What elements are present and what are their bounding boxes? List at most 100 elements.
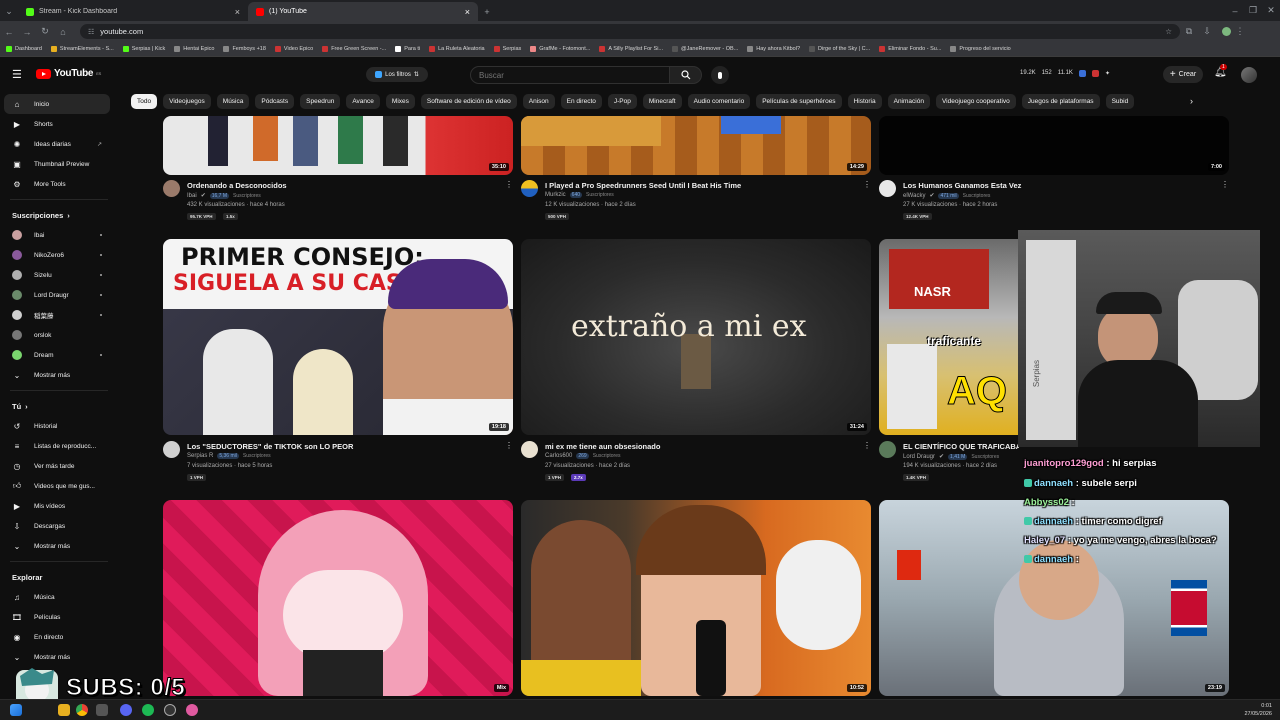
sidebar-item-lord-draugr[interactable]: Lord Draugr bbox=[0, 285, 118, 305]
menu-icon[interactable]: ☰ bbox=[12, 68, 22, 81]
extensions-icon[interactable]: ⧉ bbox=[1180, 26, 1198, 37]
browser-tab-kick[interactable]: Stream - Kick Dashboard × bbox=[18, 2, 248, 21]
sidebar-item-sizelu[interactable]: Sizelu bbox=[0, 265, 118, 285]
bookmark-item[interactable]: Free Green Screen -... bbox=[322, 46, 386, 52]
bookmark-item[interactable]: StreamElements - S... bbox=[50, 46, 114, 52]
bookmark-star-icon[interactable]: ☆ bbox=[1165, 27, 1172, 36]
sidebar-item-inicio[interactable]: ⌂ Inicio bbox=[4, 94, 110, 114]
channel-name[interactable]: Serpias R bbox=[187, 453, 213, 459]
video-thumbnail[interactable]: 14:29 bbox=[521, 116, 871, 175]
youtube-logo[interactable]: YouTube ES bbox=[36, 68, 101, 79]
chip-j-pop[interactable]: J-Pop bbox=[607, 94, 637, 109]
video-thumbnail[interactable]: PRIMER CONSEJO: SIGUELA A SU CASA 19:18 bbox=[163, 239, 513, 435]
extension-icon[interactable]: ✦ bbox=[1105, 70, 1110, 77]
bookmark-item[interactable]: A Silly Playlist For Si... bbox=[599, 46, 663, 52]
tab-close-icon[interactable]: × bbox=[235, 7, 240, 17]
video-thumbnail[interactable]: Mix bbox=[163, 500, 513, 696]
sidebar-item-orslok[interactable]: orslok bbox=[0, 325, 118, 345]
channel-name[interactable]: Ibai bbox=[187, 193, 197, 199]
chip-juegos-de-plataformas[interactable]: Juegos de plataformas bbox=[1021, 94, 1100, 109]
tab-close-icon[interactable]: × bbox=[465, 7, 470, 17]
bookmark-item[interactable]: Serpias bbox=[493, 46, 521, 52]
minimize-icon[interactable]: – bbox=[1226, 6, 1244, 16]
sidebar-item-ideas-diarias[interactable]: ✺ Ideas diarias ↗ bbox=[0, 134, 118, 154]
video-title[interactable]: Los "SEDUCTORES" de TIKTOK son LO PEOR bbox=[187, 442, 353, 451]
new-tab-button[interactable]: + bbox=[478, 7, 496, 17]
chip-m-sica[interactable]: Música bbox=[216, 94, 250, 109]
voice-search-button[interactable] bbox=[711, 66, 729, 84]
channel-name[interactable]: Lord Draugr bbox=[903, 454, 935, 460]
sidebar-item-descargas[interactable]: ⇩ Descargas bbox=[0, 516, 118, 536]
extension-icon[interactable] bbox=[1078, 70, 1086, 77]
sidebar-item-[interactable]: 稲葉藤 bbox=[0, 305, 118, 325]
chip-videojuegos[interactable]: Videojuegos bbox=[163, 94, 211, 109]
account-avatar[interactable] bbox=[1241, 67, 1257, 83]
site-info-icon[interactable]: ☷ bbox=[88, 28, 94, 36]
subscriptions-show-more[interactable]: ⌄ Mostrar más bbox=[0, 365, 118, 385]
bookmark-item[interactable]: Eliminar Fondo - Su... bbox=[879, 46, 941, 52]
chip-animaci-n[interactable]: Animación bbox=[887, 94, 930, 109]
bookmark-item[interactable]: Hentai Epico bbox=[174, 46, 214, 52]
video-thumbnail[interactable]: 7:00 bbox=[879, 116, 1229, 175]
video-thumbnail[interactable]: extraño a mi ex 31:24 bbox=[521, 239, 871, 435]
bookmark-item[interactable]: La Ruleta Aleatoria bbox=[429, 46, 485, 52]
chip-audio-comentario[interactable]: Audio comentario bbox=[687, 94, 751, 109]
home-nav-icon[interactable]: ⌂ bbox=[54, 27, 72, 37]
chip-speedrun[interactable]: Speedrun bbox=[300, 94, 341, 109]
sidebar-item-more-tools[interactable]: ⚙ More Tools bbox=[0, 174, 118, 194]
download-tray-icon[interactable]: ⇩ bbox=[1198, 26, 1216, 37]
search-button[interactable] bbox=[670, 66, 702, 84]
video-thumbnail[interactable]: 10:52 bbox=[521, 500, 871, 696]
chip-mixes[interactable]: Mixes bbox=[385, 94, 415, 109]
sidebar-item-shorts[interactable]: ▶ Shorts bbox=[0, 114, 118, 134]
chip-anison[interactable]: Anison bbox=[522, 94, 555, 109]
sidebar-item-en-directo[interactable]: ◉ En directo bbox=[0, 627, 118, 647]
video-title[interactable]: Ordenando a Desconocidos bbox=[187, 181, 287, 190]
channel-name[interactable]: Murkzic bbox=[545, 192, 566, 198]
spotify-icon[interactable] bbox=[142, 704, 154, 716]
channel-avatar[interactable] bbox=[879, 180, 896, 197]
notifications-button[interactable]: 🔔︎ 1 bbox=[1214, 64, 1227, 78]
chip-subid[interactable]: Subid bbox=[1105, 94, 1135, 109]
tab-search-icon[interactable]: ⌄ bbox=[0, 6, 18, 17]
more-options-icon[interactable]: ⋮ bbox=[1221, 180, 1229, 189]
sidebar-item-thumbnail-preview[interactable]: ▣ Thumbnail Preview bbox=[0, 154, 118, 174]
file-explorer-icon[interactable] bbox=[58, 704, 70, 716]
reload-icon[interactable]: ↻ bbox=[36, 26, 54, 37]
start-icon[interactable] bbox=[10, 704, 22, 716]
maximize-icon[interactable]: ❐ bbox=[1244, 5, 1262, 16]
more-options-icon[interactable]: ⋮ bbox=[863, 180, 871, 189]
more-options-icon[interactable]: ⋮ bbox=[863, 441, 871, 450]
channel-name[interactable]: elWacky bbox=[903, 193, 925, 199]
more-options-icon[interactable]: ⋮ bbox=[505, 441, 513, 450]
chip-pel-culas-de-superh-roes[interactable]: Películas de superhéroes bbox=[756, 94, 842, 109]
url-input[interactable]: ☷ youtube.com ☆ bbox=[80, 24, 1180, 39]
channel-avatar[interactable] bbox=[879, 441, 896, 458]
bookmark-item[interactable]: Para ti bbox=[395, 46, 420, 52]
chip-minecraft[interactable]: Minecraft bbox=[642, 94, 682, 109]
filters-button[interactable]: Los filtros ⇅ bbox=[366, 67, 428, 82]
window-close-icon[interactable]: ✕ bbox=[1262, 5, 1280, 16]
back-icon[interactable]: ← bbox=[0, 27, 18, 37]
browser-menu-icon[interactable]: ⋮ bbox=[1231, 26, 1249, 37]
video-title[interactable]: mi ex me tiene aun obsesionado bbox=[545, 442, 660, 451]
video-title[interactable]: Los Humanos Ganamos Esta Vez bbox=[903, 181, 1021, 190]
chip-avance[interactable]: Avance bbox=[346, 94, 380, 109]
sidebar-item-dream[interactable]: Dream bbox=[0, 345, 118, 365]
subscriptions-heading[interactable]: Suscripciones › bbox=[0, 205, 118, 225]
bookmark-item[interactable]: @JaneRemover - OB... bbox=[672, 46, 738, 52]
video-title[interactable]: I Played a Pro Speedrunners Seed Until I… bbox=[545, 181, 741, 190]
sidebar-item-ibai[interactable]: Ibai bbox=[0, 225, 118, 245]
forward-icon[interactable]: → bbox=[18, 27, 36, 37]
sidebar-item-listas-de-reproducc[interactable]: ≡ Listas de reproducc... bbox=[0, 436, 118, 456]
chrome-icon[interactable] bbox=[76, 704, 88, 716]
channel-name[interactable]: Carlos600 bbox=[545, 453, 572, 459]
system-tray[interactable]: 0:01 27/05/2026 bbox=[1244, 702, 1272, 718]
bookmark-item[interactable]: Dashboard bbox=[6, 46, 42, 52]
sidebar-item-mis-v-deos[interactable]: ▶ Mis vídeos bbox=[0, 496, 118, 516]
chip-software-de-edici-n-de-v-deo[interactable]: Software de edición de vídeo bbox=[420, 94, 517, 109]
search-input[interactable] bbox=[470, 66, 670, 84]
chip-p-dcasts[interactable]: Pódcasts bbox=[255, 94, 295, 109]
video-title[interactable]: EL CIENTÍFICO QUE TRAFICABA bbox=[903, 442, 1019, 451]
obs-icon[interactable] bbox=[164, 704, 176, 716]
